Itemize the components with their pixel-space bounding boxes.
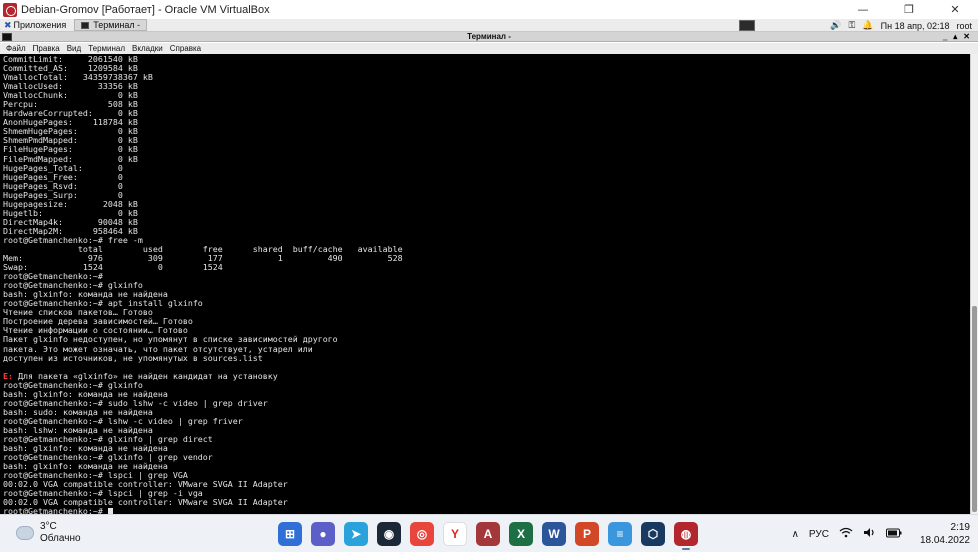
terminal-line: доступен из источников, не упомянутых в … (3, 352, 403, 363)
windows-clock[interactable]: 2:19 18.04.2022 (920, 521, 970, 547)
telegram-icon[interactable]: ➤ (344, 522, 368, 546)
virtualbox-icon[interactable]: ⬡ (641, 522, 665, 546)
terminal-maximize-button[interactable]: ▴ (953, 32, 957, 42)
guest-clock[interactable]: Пн 18 апр, 02:18 (881, 21, 950, 31)
clock-date: 18.04.2022 (919, 535, 970, 546)
workspace-switcher[interactable] (739, 20, 755, 31)
windows-taskbar: 3°C Облачно ⊞ ● ➤ ◉ ◎ Y A X W P ≡ ⬡ ◍ ∧ РУС 2:19 18.… (0, 514, 978, 552)
applications-menu[interactable]: ✖ Приложения (0, 19, 70, 32)
wifi-icon[interactable] (839, 527, 853, 541)
menu-help[interactable]: Справка (170, 44, 201, 53)
excel-icon[interactable]: X (509, 522, 533, 546)
access-icon[interactable]: A (476, 522, 500, 546)
steam-icon[interactable]: ◉ (377, 522, 401, 546)
taskbar-item-terminal[interactable]: Терминал - (74, 19, 148, 31)
terminal-line: root@Getmanchenko:~# (3, 507, 403, 514)
cloud-icon (16, 526, 34, 540)
terminal-scrollbar[interactable] (970, 54, 978, 514)
notification-icon[interactable]: 🔔 (862, 20, 873, 31)
chrome-icon[interactable]: ◎ (410, 522, 434, 546)
terminal-line-text: доступен из источников, не упомянутых в … (3, 352, 263, 363)
yandex-icon[interactable]: Y (443, 522, 467, 546)
clock-time: 2:19 (950, 522, 970, 533)
weather-description: Облачно (40, 533, 81, 544)
terminal-lines: CommitLimit: 2061540 kB Committed_AS: 120… (3, 54, 403, 514)
powerpoint-icon[interactable]: P (575, 522, 599, 546)
windows-start-icon[interactable]: ⊞ (278, 522, 302, 546)
host-window-titlebar[interactable]: Debian-Gromov [Работает] - Oracle VM Vir… (0, 0, 978, 19)
debian-vm-icon[interactable]: ◍ (674, 522, 698, 550)
close-button[interactable]: ✕ (932, 0, 978, 19)
guest-user-label[interactable]: root (956, 21, 972, 31)
input-language[interactable]: РУС (809, 529, 829, 540)
applications-menu-icon: ✖ (4, 19, 12, 30)
terminal-output-area[interactable]: CommitLimit: 2061540 kB Committed_AS: 120… (0, 54, 970, 514)
virtualbox-app-icon (3, 2, 17, 17)
network-icon[interactable]: ⚿ (849, 20, 856, 31)
terminal-icon (81, 21, 90, 29)
host-window-controls: — ❐ ✕ (840, 0, 978, 19)
menu-file[interactable]: Файл (6, 44, 26, 53)
terminal-titlebar[interactable]: Терминал - ‗ ▴ ✕ (0, 32, 978, 42)
taskbar-pinned-apps: ⊞ ● ➤ ◉ ◎ Y A X W P ≡ ⬡ ◍ (278, 521, 698, 550)
weather-text: 3°C Облачно (40, 521, 81, 545)
terminal-title: Терминал - (467, 32, 511, 41)
terminal-menubar: Файл Правка Вид Терминал Вкладки Справка (0, 43, 978, 54)
guest-tray: 🔊 ⚿ 🔔 Пн 18 апр, 02:18 root (830, 19, 972, 32)
restore-button[interactable]: ❐ (886, 0, 932, 19)
terminal-close-button[interactable]: ✕ (963, 32, 970, 42)
menu-tabs[interactable]: Вкладки (132, 44, 163, 53)
battery-icon[interactable] (885, 528, 902, 541)
menu-view[interactable]: Вид (67, 44, 81, 53)
menu-edit[interactable]: Правка (33, 44, 60, 53)
volume-icon[interactable]: 🔊 (830, 20, 841, 31)
weather-temperature: 3°C (40, 521, 57, 532)
host-window-title: Debian-Gromov [Работает] - Oracle VM Vir… (21, 3, 270, 16)
guest-top-panel: ✖ Приложения Терминал - 🔊 ⚿ 🔔 Пн 18 апр,… (0, 19, 978, 32)
terminal-minimize-button[interactable]: ‗ (943, 32, 947, 42)
weather-widget[interactable]: 3°C Облачно (16, 521, 81, 545)
terminal-window-controls: ‗ ▴ ✕ (943, 32, 970, 42)
terminal-scrollbar-thumb[interactable] (972, 306, 977, 512)
word-icon[interactable]: W (542, 522, 566, 546)
applications-menu-label: Приложения (13, 20, 67, 30)
terminal-line-text: root@Getmanchenko:~# (3, 506, 108, 514)
windows-system-tray: ∧ РУС 2:19 18.04.2022 (792, 519, 970, 549)
notepad-icon[interactable]: ≡ (608, 522, 632, 546)
chat-icon[interactable]: ● (311, 522, 335, 546)
taskbar-item-terminal-label: Терминал - (93, 20, 141, 30)
minimize-button[interactable]: — (840, 0, 886, 19)
volume-icon[interactable] (863, 527, 876, 541)
tray-overflow-chevron-icon[interactable]: ∧ (792, 529, 799, 540)
menu-terminal[interactable]: Терминал (88, 44, 125, 53)
